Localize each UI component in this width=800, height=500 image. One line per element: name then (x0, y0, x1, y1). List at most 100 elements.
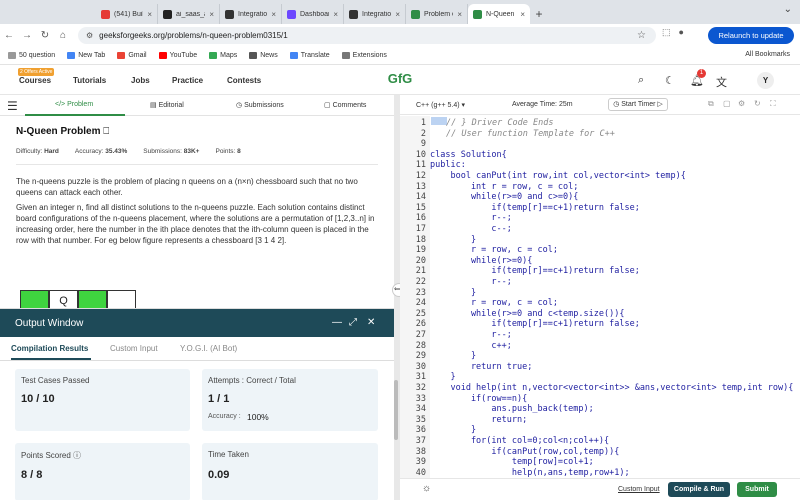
dark-mode-icon[interactable]: ☾ (665, 74, 675, 87)
reset-icon[interactable]: ▢ (723, 99, 731, 108)
code-line: while(r>=0 and c>=0){ (430, 192, 579, 203)
bookmark-icon (8, 52, 16, 59)
code-line: bool canPut(int row,int col,vector<int> … (430, 171, 686, 181)
close-icon[interactable]: ✕ (367, 317, 375, 328)
bookmark-item[interactable]: Gmail (117, 52, 147, 59)
line-number: 33 (415, 393, 426, 404)
board-cell (78, 290, 107, 310)
line-number: 11 (415, 160, 426, 171)
maximize-icon[interactable]: ⤢ (349, 317, 357, 328)
compile-run-button[interactable]: Compile & Run (668, 482, 730, 497)
gfg-logo[interactable]: GfG (381, 71, 419, 89)
bookmark-item[interactable]: News (249, 52, 278, 59)
browser-tab[interactable]: Integrations: Sync C× (220, 4, 282, 24)
site-header: 2 Offers Active Courses Tutorials Jobs P… (0, 65, 800, 95)
url-field[interactable]: ⚙ geeksforgeeks.org/problems/n-queen-pro… (78, 27, 656, 44)
avatar[interactable]: Y (757, 72, 774, 89)
relaunch-button[interactable]: Relaunch to update (708, 27, 794, 44)
custom-input-link[interactable]: Custom Input (618, 486, 660, 493)
reload-icon[interactable]: ↻ (36, 30, 54, 41)
tab-label: Integrations: Sync C (238, 10, 268, 18)
site-info-icon[interactable]: ⚙ (86, 31, 93, 40)
nav-jobs[interactable]: Jobs (131, 76, 150, 85)
settings-icon[interactable]: ⚙ (738, 99, 745, 108)
info-icon[interactable]: ⓘ (73, 451, 81, 460)
nav-practice[interactable]: Practice (172, 76, 203, 85)
tab-custom-input[interactable]: Custom Input (110, 344, 158, 353)
browser-tab[interactable]: Integrations: Handli× (344, 4, 406, 24)
notification-count: 1 (697, 69, 706, 78)
offers-badge[interactable]: 2 Offers Active (18, 68, 55, 76)
close-tab-icon[interactable]: × (457, 10, 462, 19)
browser-tab[interactable]: ai_saas_app/middl × (158, 4, 220, 24)
line-number: 38 (415, 446, 426, 457)
output-scrollbar[interactable] (394, 380, 398, 440)
time-card: Time Taken 0.09 (202, 443, 378, 500)
code-line: } (430, 425, 477, 436)
tab-label: Integrations: Handli (362, 10, 392, 18)
tab-problem[interactable]: </> Problem (55, 101, 93, 108)
browser-tab[interactable]: (541) Build and De × (96, 4, 158, 24)
nav-courses[interactable]: Courses (19, 76, 51, 85)
close-tab-icon[interactable]: × (395, 10, 400, 19)
extensions-icon[interactable]: ⬚ (662, 27, 671, 38)
nav-tutorials[interactable]: Tutorials (73, 76, 106, 85)
code-line: public: (430, 160, 466, 171)
board-cell-queen: Q (49, 290, 78, 310)
browser-tab[interactable]: Problem of the Day × (406, 4, 468, 24)
output-title: Output Window (15, 318, 84, 329)
language-select[interactable]: C++ (g++ 5.4) ▾ (416, 101, 465, 109)
browser-tab[interactable]: N-Queen Problem | × (468, 4, 530, 24)
tab-submissions[interactable]: ◷ Submissions (236, 101, 284, 109)
line-number: 1 (420, 118, 426, 128)
bookmark-item[interactable]: 50 question (8, 52, 55, 59)
line-number: 30 (415, 361, 426, 372)
profile-icon[interactable]: ● (679, 27, 684, 38)
start-timer-button[interactable]: ◷ Start Timer ▷ (608, 98, 668, 111)
new-tab-button[interactable]: + (530, 4, 548, 24)
close-tab-icon[interactable]: × (147, 10, 152, 19)
minimize-icon[interactable]: — (332, 317, 342, 328)
tab-comments[interactable]: ▢ Comments (324, 101, 366, 109)
bookmark-item[interactable]: YouTube (158, 52, 197, 59)
bookmark-item[interactable]: Translate (289, 52, 330, 59)
chessboard-figure: Q (20, 290, 136, 310)
tab-favicon-icon (225, 9, 234, 19)
all-bookmarks-button[interactable]: All Bookmarks (745, 51, 790, 58)
tab-comments-label: Comments (332, 102, 367, 109)
close-tab-icon[interactable]: × (209, 10, 214, 19)
line-number: 24 (415, 298, 426, 309)
tab-compilation-results[interactable]: Compilation Results (11, 344, 88, 353)
copy-icon[interactable]: ⧉ (708, 99, 714, 109)
translate-icon[interactable]: 文 (716, 74, 727, 90)
bookmark-item[interactable]: New Tab (67, 52, 105, 59)
problem-title: N-Queen Problem ⎕ (16, 126, 109, 137)
code-line: r = row, c = col; (430, 298, 558, 309)
bookmark-item[interactable]: Maps (209, 52, 237, 59)
code-line: for(int col=0;col<n;col++){ (430, 436, 610, 446)
tab-label: N-Queen Problem | (486, 10, 516, 18)
menu-icon[interactable]: ☰ (7, 99, 18, 113)
output-header: Output Window — ⤢ ✕ (0, 309, 395, 337)
bookmark-icon[interactable]: ⎕ (103, 126, 109, 137)
refresh-icon[interactable]: ↻ (754, 99, 761, 108)
forward-icon[interactable]: → (18, 30, 36, 41)
tab-editorial[interactable]: ▤ Editorial (150, 101, 184, 109)
line-number: 15 (415, 202, 426, 213)
nav-contests[interactable]: Contests (227, 76, 261, 85)
bookmark-label: 50 question (19, 52, 56, 59)
lightbulb-icon[interactable]: ☼ (422, 483, 431, 494)
fullscreen-icon[interactable]: ⛶ (770, 99, 776, 109)
search-icon[interactable]: ⌕ (638, 74, 644, 87)
submit-button[interactable]: Submit (737, 482, 777, 497)
bookmark-item[interactable]: Extensions (341, 52, 387, 59)
back-icon[interactable]: ← (0, 30, 18, 41)
close-tab-icon[interactable]: × (520, 10, 525, 19)
close-tab-icon[interactable]: × (333, 10, 338, 19)
window-menu-icon[interactable]: ⌄ (784, 4, 792, 15)
close-tab-icon[interactable]: × (271, 10, 276, 19)
home-icon[interactable]: ⌂ (54, 30, 72, 41)
bookmark-star-icon[interactable]: ☆ (637, 30, 646, 41)
browser-tab[interactable]: Dashboard | Clerk.c × (282, 4, 344, 24)
tab-yogi-ai-bot[interactable]: Y.O.G.I. (AI Bot) (180, 344, 237, 353)
